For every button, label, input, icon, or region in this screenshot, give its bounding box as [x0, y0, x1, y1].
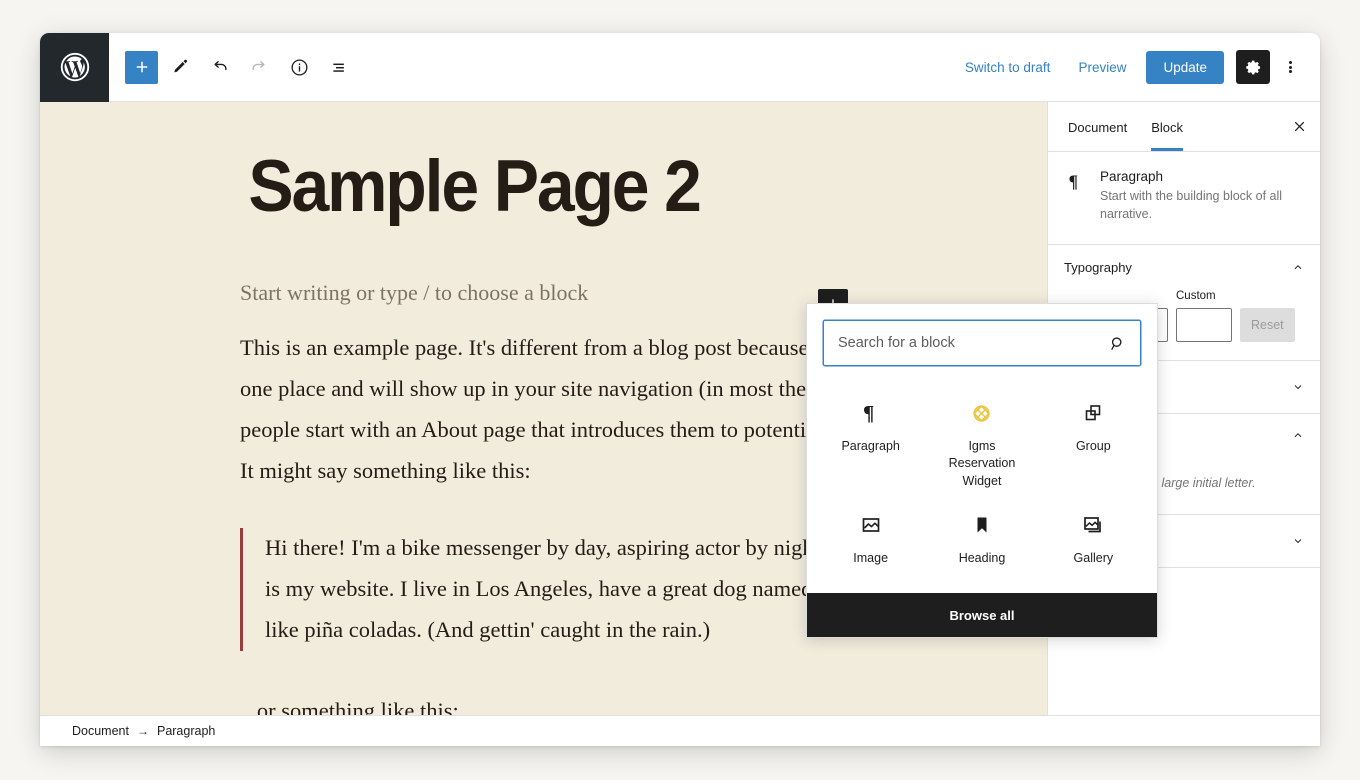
block-type-label: Group	[1075, 439, 1111, 453]
preview-button[interactable]: Preview	[1064, 52, 1140, 83]
info-circle-icon	[291, 58, 308, 76]
block-type-label: Igms Reservation Widget	[948, 439, 1016, 488]
pilcrow-icon: ¶	[1064, 169, 1088, 224]
sidebar-tab-list: Document Block	[1048, 102, 1320, 152]
gear-icon	[1245, 60, 1260, 74]
undo-button[interactable]	[201, 49, 238, 86]
editor-body: Sample Page 2 Start writing or type / to…	[40, 102, 1320, 746]
redo-button[interactable]	[241, 49, 278, 86]
custom-font-size-label: Custom	[1176, 289, 1216, 302]
search-icon	[1108, 334, 1127, 358]
igms-widget-icon	[969, 400, 994, 426]
close-icon	[1294, 121, 1304, 132]
toolbar-right-actions: Switch to draft Preview Update	[951, 50, 1320, 84]
custom-font-size-field: Custom	[1176, 290, 1232, 342]
edit-mode-pen-button[interactable]	[161, 49, 198, 86]
pilcrow-icon: ¶	[859, 400, 883, 426]
block-type-label: Paragraph	[841, 439, 900, 453]
list-view-icon	[333, 63, 344, 72]
settings-gear-button[interactable]	[1236, 50, 1270, 84]
heading-bookmark-icon	[970, 512, 994, 538]
block-card-description: Start with the building block of all nar…	[1100, 189, 1283, 221]
block-type-igms-reservation-widget[interactable]: Igms Reservation Widget	[926, 388, 1037, 500]
list-view-button[interactable]	[321, 49, 358, 86]
svg-text:¶: ¶	[1069, 172, 1078, 192]
block-type-paragraph[interactable]: ¶ Paragraph	[815, 388, 926, 500]
chevron-up-icon	[1294, 432, 1302, 437]
post-title[interactable]: Sample Page 2	[40, 102, 977, 224]
block-type-grid: ¶ Paragraph Igms Reservation Widget Grou…	[807, 382, 1157, 593]
chevron-down-icon	[1294, 384, 1302, 389]
details-info-button[interactable]	[281, 49, 318, 86]
plus-icon	[136, 61, 147, 73]
block-type-label: Heading	[958, 550, 1006, 565]
block-type-label: Gallery	[1073, 550, 1114, 565]
wordpress-logo-button[interactable]	[40, 33, 109, 102]
custom-font-size-input[interactable]	[1176, 307, 1232, 342]
redo-icon	[252, 60, 265, 70]
block-type-label: Image	[853, 550, 889, 565]
editor-window: Switch to draft Preview Update Sample Pa…	[40, 33, 1320, 746]
block-search-input[interactable]	[824, 321, 1140, 365]
image-icon	[859, 512, 883, 538]
chevron-up-icon	[1294, 265, 1302, 269]
sidebar-close-button[interactable]	[1282, 110, 1316, 144]
browse-all-button[interactable]: Browse all	[807, 593, 1157, 637]
tab-block[interactable]: Block	[1139, 104, 1195, 151]
block-inserter-popover: ¶ Paragraph Igms Reservation Widget	[806, 303, 1158, 638]
pencil-icon	[174, 59, 188, 72]
panel-typography-title: Typography	[1064, 259, 1132, 275]
kebab-icon	[1288, 59, 1292, 74]
chevron-down-icon	[1294, 538, 1302, 543]
typography-reset-button[interactable]: Reset	[1240, 307, 1295, 342]
block-inserter-toggle-button[interactable]	[125, 50, 158, 84]
block-type-gallery[interactable]: Gallery	[1038, 500, 1149, 577]
panel-typography-header[interactable]: Typography	[1048, 245, 1320, 290]
group-icon	[1081, 400, 1105, 426]
tab-document[interactable]: Document	[1056, 104, 1139, 150]
undo-icon	[214, 60, 227, 70]
editor-toolbar: Switch to draft Preview Update	[40, 33, 1320, 102]
breadcrumb-bar: Document → Paragraph	[40, 715, 1320, 746]
block-info-card: ¶ Paragraph Start with the building bloc…	[1048, 152, 1320, 245]
more-options-button[interactable]	[1274, 50, 1306, 84]
breadcrumb-document[interactable]: Document	[72, 724, 129, 738]
block-type-image[interactable]: Image	[815, 500, 926, 577]
block-type-heading[interactable]: Heading	[926, 500, 1037, 577]
inserter-search-container	[807, 304, 1157, 382]
breadcrumb-block[interactable]: Paragraph	[157, 724, 215, 738]
arrow-right-icon: →	[136, 724, 149, 738]
update-button[interactable]: Update	[1146, 50, 1224, 84]
block-search-field[interactable]	[823, 320, 1141, 366]
switch-to-draft-button[interactable]: Switch to draft	[951, 52, 1065, 83]
toolbar-left-tools	[109, 49, 358, 86]
wordpress-logo-icon	[60, 52, 89, 82]
block-type-group[interactable]: Group	[1038, 388, 1149, 500]
gallery-icon	[1081, 512, 1105, 538]
block-card-title: Paragraph	[1100, 169, 1164, 184]
svg-text:¶: ¶	[863, 401, 874, 425]
